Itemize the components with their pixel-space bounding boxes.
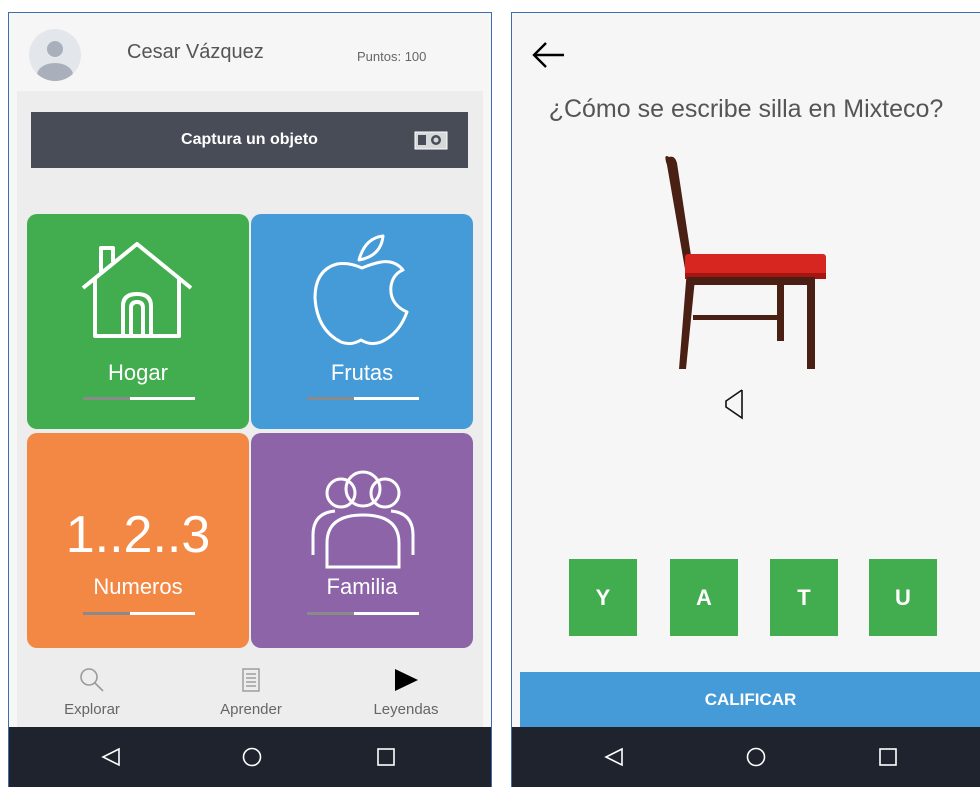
letter-tile-a[interactable]: A <box>670 559 738 636</box>
nav-label-leyendas: Leyendas <box>373 701 439 718</box>
recents-square-icon[interactable] <box>878 747 898 772</box>
nav-leyendas[interactable]: Leyendas <box>351 665 461 718</box>
quiz-header <box>512 13 980 91</box>
category-tile-familia[interactable]: Familia <box>251 433 473 648</box>
home-circle-icon[interactable] <box>242 747 262 772</box>
nav-label-explorar: Explorar <box>64 701 120 718</box>
category-tile-frutas[interactable]: Frutas <box>251 214 473 429</box>
quiz-screen: ¿Cómo se escribe silla en Mixteco? Y A T… <box>511 12 980 787</box>
back-arrow-icon[interactable] <box>532 41 566 74</box>
back-triangle-icon[interactable] <box>604 747 624 772</box>
search-icon <box>37 665 147 695</box>
progress-bar-numeros <box>83 612 195 615</box>
category-tile-hogar[interactable]: Hogar <box>27 214 249 429</box>
category-label-hogar: Hogar <box>108 360 168 385</box>
progress-bar-frutas <box>307 397 419 400</box>
speaker-icon[interactable] <box>722 387 750 426</box>
document-icon <box>196 665 306 695</box>
apple-icon <box>309 234 415 351</box>
chair-image <box>657 151 827 378</box>
house-icon <box>79 240 195 345</box>
calificar-button[interactable]: CALIFICAR <box>520 672 980 728</box>
progress-fill <box>307 397 355 400</box>
family-icon <box>307 469 419 574</box>
category-label-frutas: Frutas <box>330 360 394 385</box>
numbers-display: 1..2..3 <box>65 506 211 564</box>
nav-aprender[interactable]: Aprender <box>196 665 306 718</box>
recents-square-icon[interactable] <box>376 747 396 772</box>
category-tile-numeros[interactable]: 1..2..3 Numeros <box>27 433 249 648</box>
nav-label-aprender: Aprender <box>220 701 282 718</box>
letter-tile-y[interactable]: Y <box>569 559 637 636</box>
progress-fill <box>307 612 355 615</box>
progress-fill <box>83 612 131 615</box>
home-screen: Cesar Vázquez Puntos: 100 Captura un obj… <box>8 12 492 787</box>
quiz-question: ¿Cómo se escribe silla en Mixteco? <box>548 95 944 123</box>
points-counter: Puntos: 100 <box>357 49 427 64</box>
home-circle-icon[interactable] <box>746 747 766 772</box>
letter-tile-t[interactable]: T <box>770 559 838 636</box>
capture-label: Captura un objeto <box>181 131 318 148</box>
bottom-navigation: Explorar Aprender Leyendas <box>9 653 491 728</box>
profile-header: Cesar Vázquez Puntos: 100 <box>9 13 491 91</box>
progress-bar-familia <box>307 612 419 615</box>
capture-object-button[interactable]: Captura un objeto <box>31 112 468 168</box>
system-navigation-bar <box>9 727 491 787</box>
progress-fill <box>83 397 131 400</box>
play-icon <box>351 665 461 695</box>
system-navigation-bar <box>512 727 980 787</box>
letter-tile-u[interactable]: U <box>869 559 937 636</box>
category-label-familia: Familia <box>326 574 398 599</box>
progress-bar-hogar <box>83 397 195 400</box>
camera-icon <box>414 130 448 155</box>
category-label-numeros: Numeros <box>93 574 183 599</box>
back-triangle-icon[interactable] <box>101 747 121 772</box>
avatar[interactable] <box>29 29 81 81</box>
nav-explorar[interactable]: Explorar <box>37 665 147 718</box>
user-name: Cesar Vázquez <box>127 41 264 63</box>
